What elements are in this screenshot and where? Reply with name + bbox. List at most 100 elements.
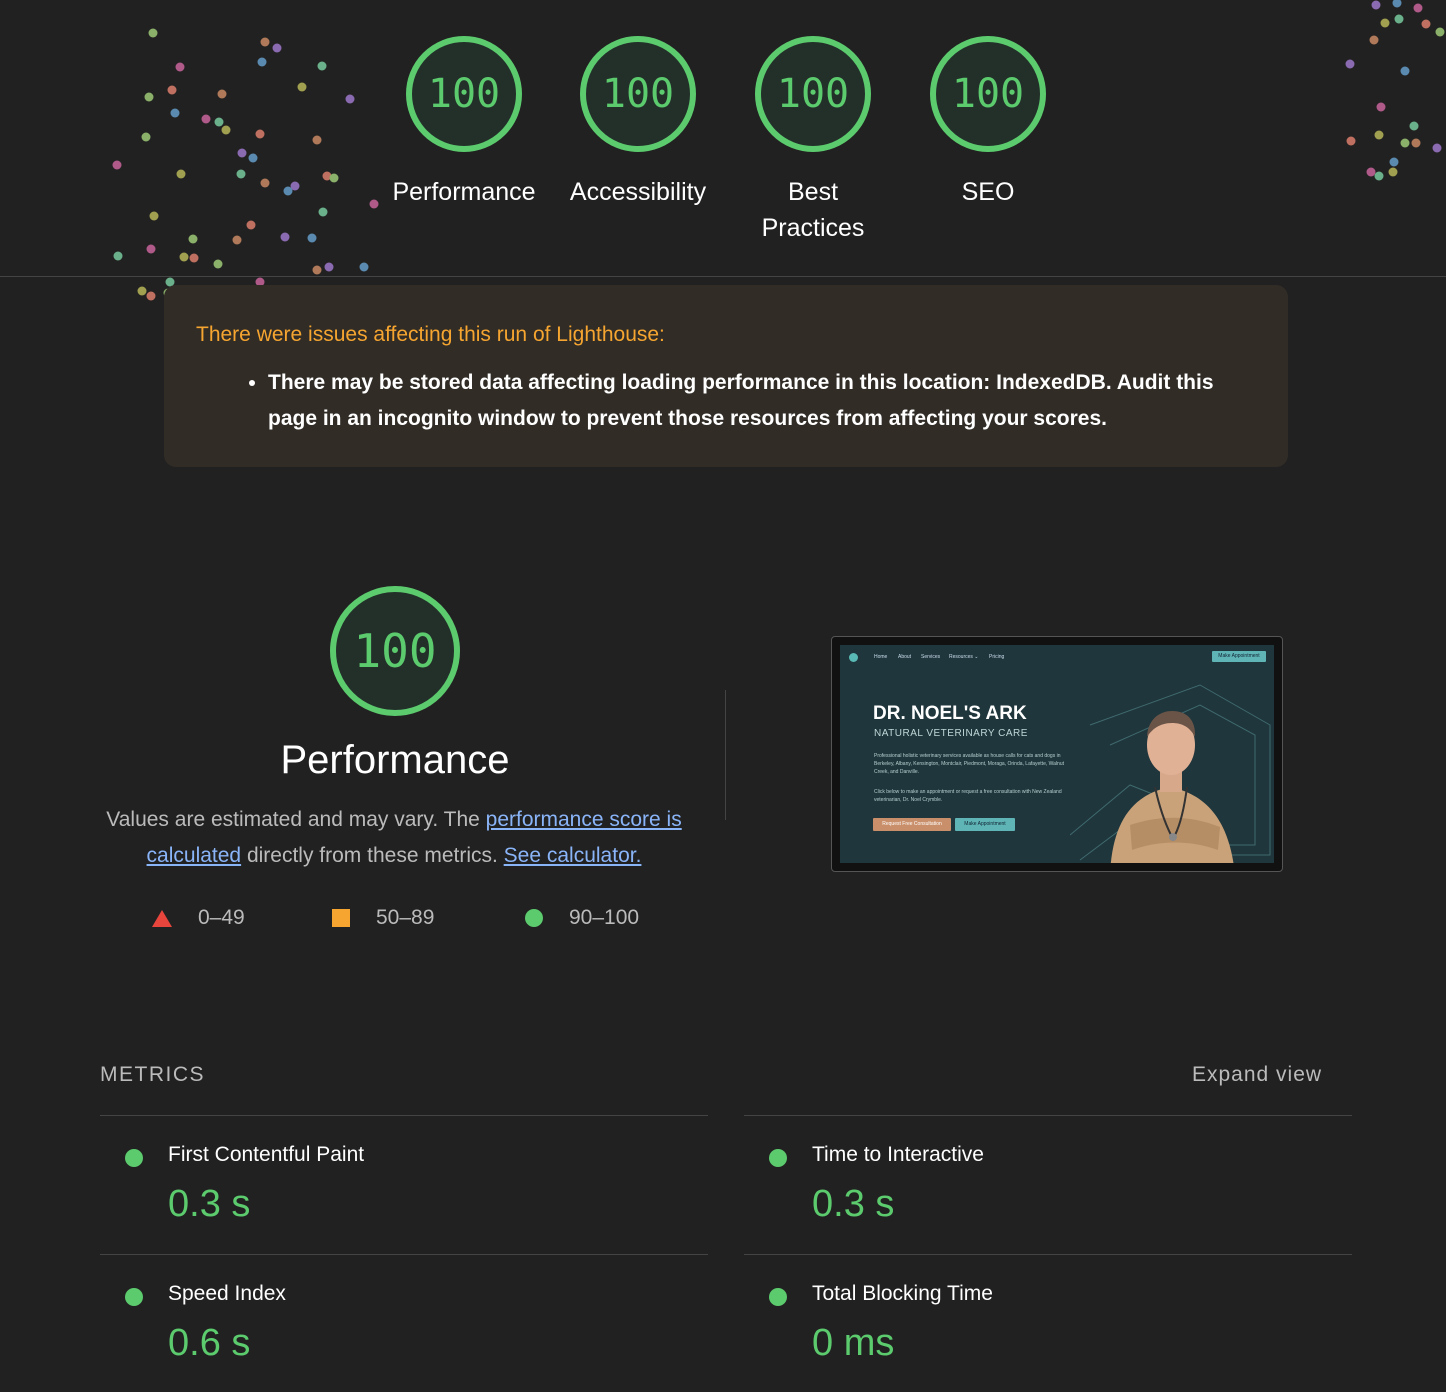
confetti-dot <box>148 28 158 38</box>
legend-fail-label: 0–49 <box>198 906 245 929</box>
confetti-dot <box>217 89 227 99</box>
confetti-dot <box>1345 59 1355 69</box>
metric-label: First Contentful Paint <box>168 1143 365 1166</box>
confetti-dot <box>232 235 242 245</box>
confetti-dot <box>272 43 282 53</box>
confetti-dot <box>189 253 199 263</box>
score-scale-legend: 0–49 50–89 90–100 <box>0 906 760 936</box>
performance-gauge: 100 <box>330 586 460 716</box>
warning-item: There may be stored data affecting loadi… <box>268 365 1256 437</box>
confetti-dot <box>297 82 307 92</box>
gauge-label: SEO <box>961 178 1015 206</box>
pass-circle-icon <box>125 1288 143 1306</box>
site-appointment-cta: Make Appointment <box>955 818 1015 831</box>
confetti-dot <box>260 37 270 47</box>
screenshot-page: Home About Services Resources ⌄ Pricing … <box>840 645 1274 863</box>
confetti-dot <box>167 85 177 95</box>
confetti-dot <box>144 92 154 102</box>
confetti-dot <box>318 207 328 217</box>
confetti-dot <box>113 251 123 261</box>
confetti-dot <box>322 171 332 181</box>
confetti-dot <box>255 129 265 139</box>
metrics-divider <box>744 1115 1352 1116</box>
confetti-dot <box>214 117 224 127</box>
confetti-dot <box>146 291 156 301</box>
metric-time-to-interactive: Time to Interactive 0.3 s <box>744 1143 1324 1253</box>
confetti-dot <box>312 135 322 145</box>
score-gauge-performance[interactable]: 100 Performance <box>384 36 544 210</box>
score-gauge-accessibility[interactable]: 100 Accessibility <box>558 36 718 210</box>
square-icon <box>332 909 350 927</box>
score-gauge-seo[interactable]: 100 SEO <box>908 36 1068 210</box>
confetti-dot <box>1432 143 1442 153</box>
confetti-dot <box>280 232 290 242</box>
confetti-dot <box>1421 19 1431 29</box>
pass-circle-icon <box>769 1149 787 1167</box>
pass-circle-icon <box>125 1149 143 1167</box>
confetti-dot <box>248 153 258 163</box>
metric-value: 0 ms <box>812 1322 895 1364</box>
expand-view-toggle[interactable]: Expand view <box>1192 1063 1322 1087</box>
confetti-dot <box>1400 66 1410 76</box>
confetti-dot <box>236 169 246 179</box>
site-nav-item: About <box>898 654 912 660</box>
final-screenshot[interactable]: Home About Services Resources ⌄ Pricing … <box>831 636 1283 872</box>
triangle-icon <box>152 909 172 927</box>
site-nav-item: Home <box>874 654 888 660</box>
site-nav-item: Services <box>921 654 941 660</box>
gauge-ring: 100 <box>930 36 1046 152</box>
confetti-dot <box>283 186 293 196</box>
legend-average: 50–89 <box>332 906 434 930</box>
site-appointment-button: Make Appointment <box>1212 651 1266 662</box>
metrics-divider <box>744 1254 1352 1255</box>
header-divider <box>0 276 1446 277</box>
see-calculator-link[interactable]: See calculator. <box>504 844 642 867</box>
metrics-divider <box>100 1254 708 1255</box>
confetti-dot <box>1346 136 1356 146</box>
confetti-dot <box>141 132 151 142</box>
site-cta-text: Click below to make an appointment or re… <box>874 789 1062 803</box>
confetti-dot <box>149 211 159 221</box>
confetti-dot <box>1411 138 1421 148</box>
confetti-dot <box>112 160 122 170</box>
confetti-dot <box>312 265 322 275</box>
confetti-dot <box>307 233 317 243</box>
confetti-dot <box>1374 171 1384 181</box>
legend-pass: 90–100 <box>525 906 639 930</box>
confetti-dot <box>213 259 223 269</box>
metric-total-blocking-time: Total Blocking Time 0 ms <box>744 1282 1324 1392</box>
gauge-label: Performance <box>392 178 536 206</box>
gauge-ring: 100 <box>755 36 871 152</box>
confetti-dot <box>1376 102 1386 112</box>
performance-title: Performance <box>280 738 510 782</box>
warning-title: There were issues affecting this run of … <box>196 323 665 346</box>
confetti-dot <box>324 262 334 272</box>
gauge-ring: 100 <box>580 36 696 152</box>
score-gauge-best-practices[interactable]: 100 Best Practices <box>733 36 893 246</box>
pass-circle-icon <box>769 1288 787 1306</box>
metric-speed-index: Speed Index 0.6 s <box>100 1282 680 1392</box>
warning-list: There may be stored data affecting loadi… <box>196 365 1256 437</box>
confetti-dot <box>1435 27 1445 37</box>
gauge-score: 100 <box>353 624 437 678</box>
confetti-dot <box>237 148 247 158</box>
metric-first-contentful-paint: First Contentful Paint 0.3 s <box>100 1143 680 1253</box>
site-nav-item: Pricing <box>989 654 1005 660</box>
confetti-dot <box>1371 0 1381 10</box>
site-subtitle: NATURAL VETERINARY CARE <box>874 728 1028 739</box>
metric-value: 0.3 s <box>812 1183 895 1225</box>
confetti-dot <box>1366 167 1376 177</box>
confetti-dot <box>260 178 270 188</box>
confetti-dot <box>246 220 256 230</box>
legend-average-label: 50–89 <box>376 906 435 929</box>
confetti-dot <box>1394 14 1404 24</box>
confetti-dot <box>1400 138 1410 148</box>
circle-icon <box>525 909 543 927</box>
confetti-dot <box>369 199 379 209</box>
gauge-label: Accessibility <box>569 178 707 206</box>
gauge-score: 100 <box>951 71 1025 117</box>
site-logo-icon <box>849 653 858 662</box>
metric-label: Speed Index <box>168 1282 286 1305</box>
confetti-dot <box>1369 35 1379 45</box>
confetti-dot <box>1389 157 1399 167</box>
